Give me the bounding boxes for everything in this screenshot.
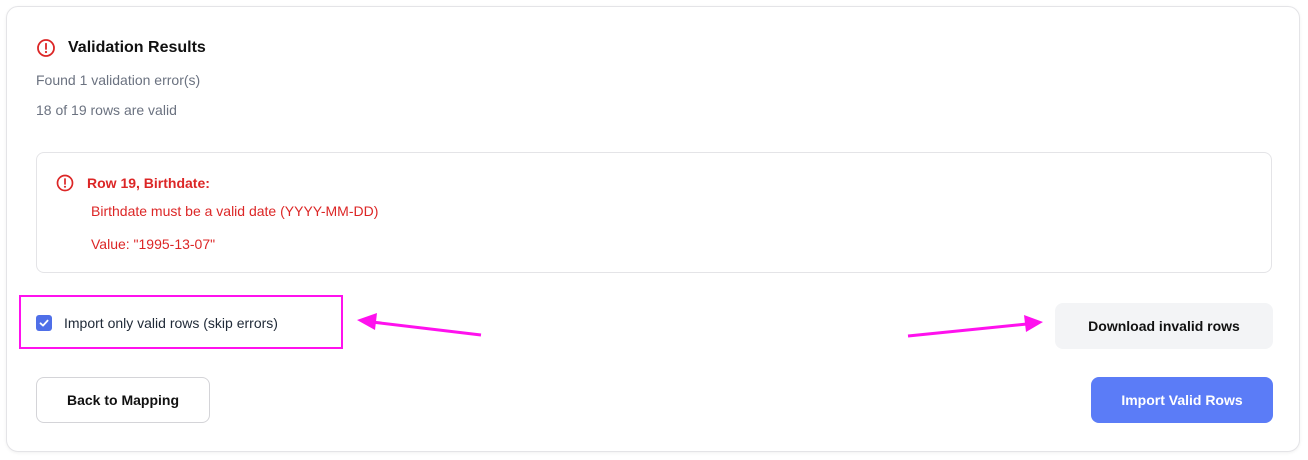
error-title-row: Row 19, Birthdate: (55, 173, 210, 193)
error-value: Value: "1995-13-07" (91, 236, 216, 252)
validation-header: Validation Results (36, 36, 206, 60)
valid-rows-text: 18 of 19 rows are valid (36, 102, 177, 118)
download-invalid-rows-button[interactable]: Download invalid rows (1055, 303, 1273, 349)
page-title: Validation Results (68, 39, 206, 56)
check-icon (39, 319, 49, 327)
import-valid-rows-button[interactable]: Import Valid Rows (1091, 377, 1273, 423)
alert-circle-icon (55, 173, 75, 193)
skip-errors-label: Import only valid rows (skip errors) (64, 315, 278, 331)
error-list-item: Row 19, Birthdate: Birthdate must be a v… (36, 152, 1272, 273)
alert-circle-icon (36, 38, 56, 58)
back-to-mapping-button[interactable]: Back to Mapping (36, 377, 210, 423)
error-title: Row 19, Birthdate: (87, 175, 210, 191)
skip-errors-checkbox[interactable] (36, 315, 52, 331)
error-count-text: Found 1 validation error(s) (36, 72, 201, 88)
skip-errors-option[interactable]: Import only valid rows (skip errors) (36, 315, 278, 331)
error-message: Birthdate must be a valid date (YYYY-MM-… (91, 203, 379, 219)
